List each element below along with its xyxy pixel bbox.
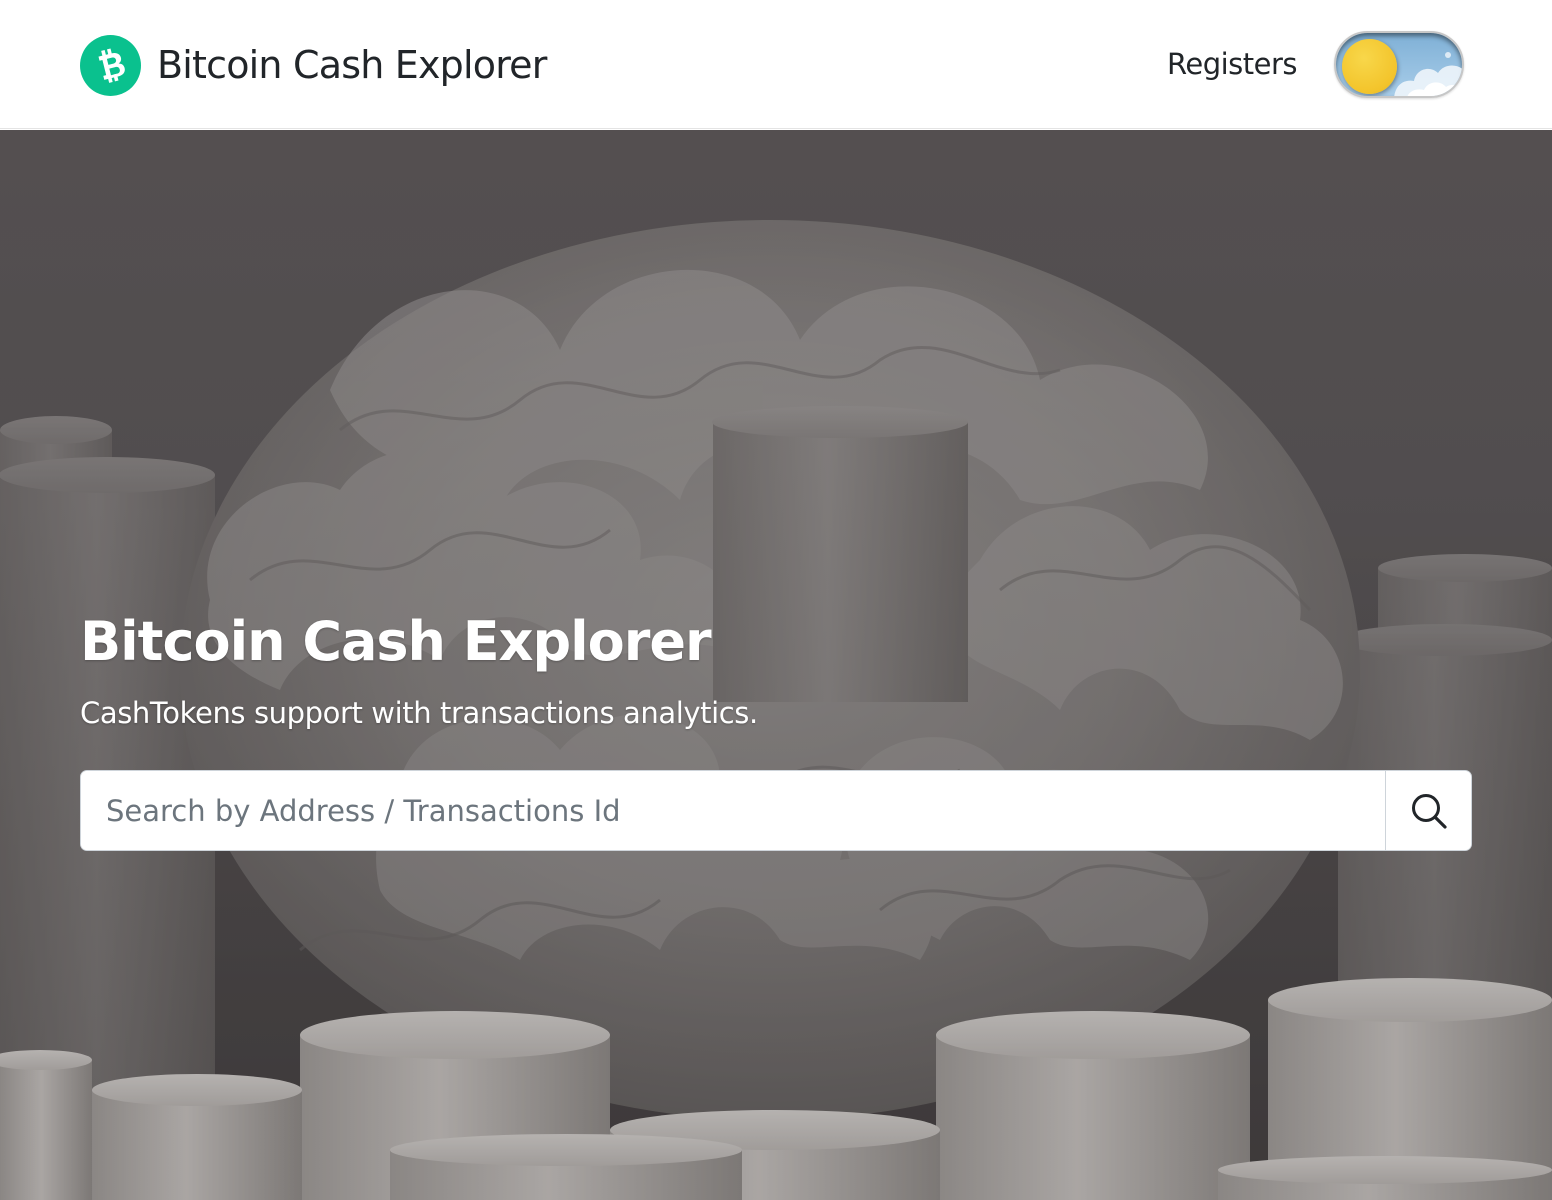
nav-link-registers[interactable]: Registers	[1167, 47, 1298, 81]
brand-name: Bitcoin Cash Explorer	[157, 43, 547, 87]
navbar: Bitcoin Cash Explorer Registers	[0, 0, 1552, 129]
hero-subtitle: CashTokens support with transactions ana…	[80, 696, 758, 730]
hero-title: Bitcoin Cash Explorer	[80, 610, 712, 673]
search-icon	[1411, 793, 1447, 829]
hero-section: Bitcoin Cash Explorer CashTokens support…	[0, 130, 1552, 1200]
bitcoin-cash-logo-icon	[80, 34, 141, 96]
search-input[interactable]	[81, 771, 1385, 850]
theme-toggle[interactable]	[1334, 31, 1464, 98]
search-form	[80, 770, 1472, 851]
sun-icon	[1342, 39, 1397, 94]
search-button[interactable]	[1385, 771, 1471, 850]
brand-link[interactable]: Bitcoin Cash Explorer	[80, 34, 547, 96]
